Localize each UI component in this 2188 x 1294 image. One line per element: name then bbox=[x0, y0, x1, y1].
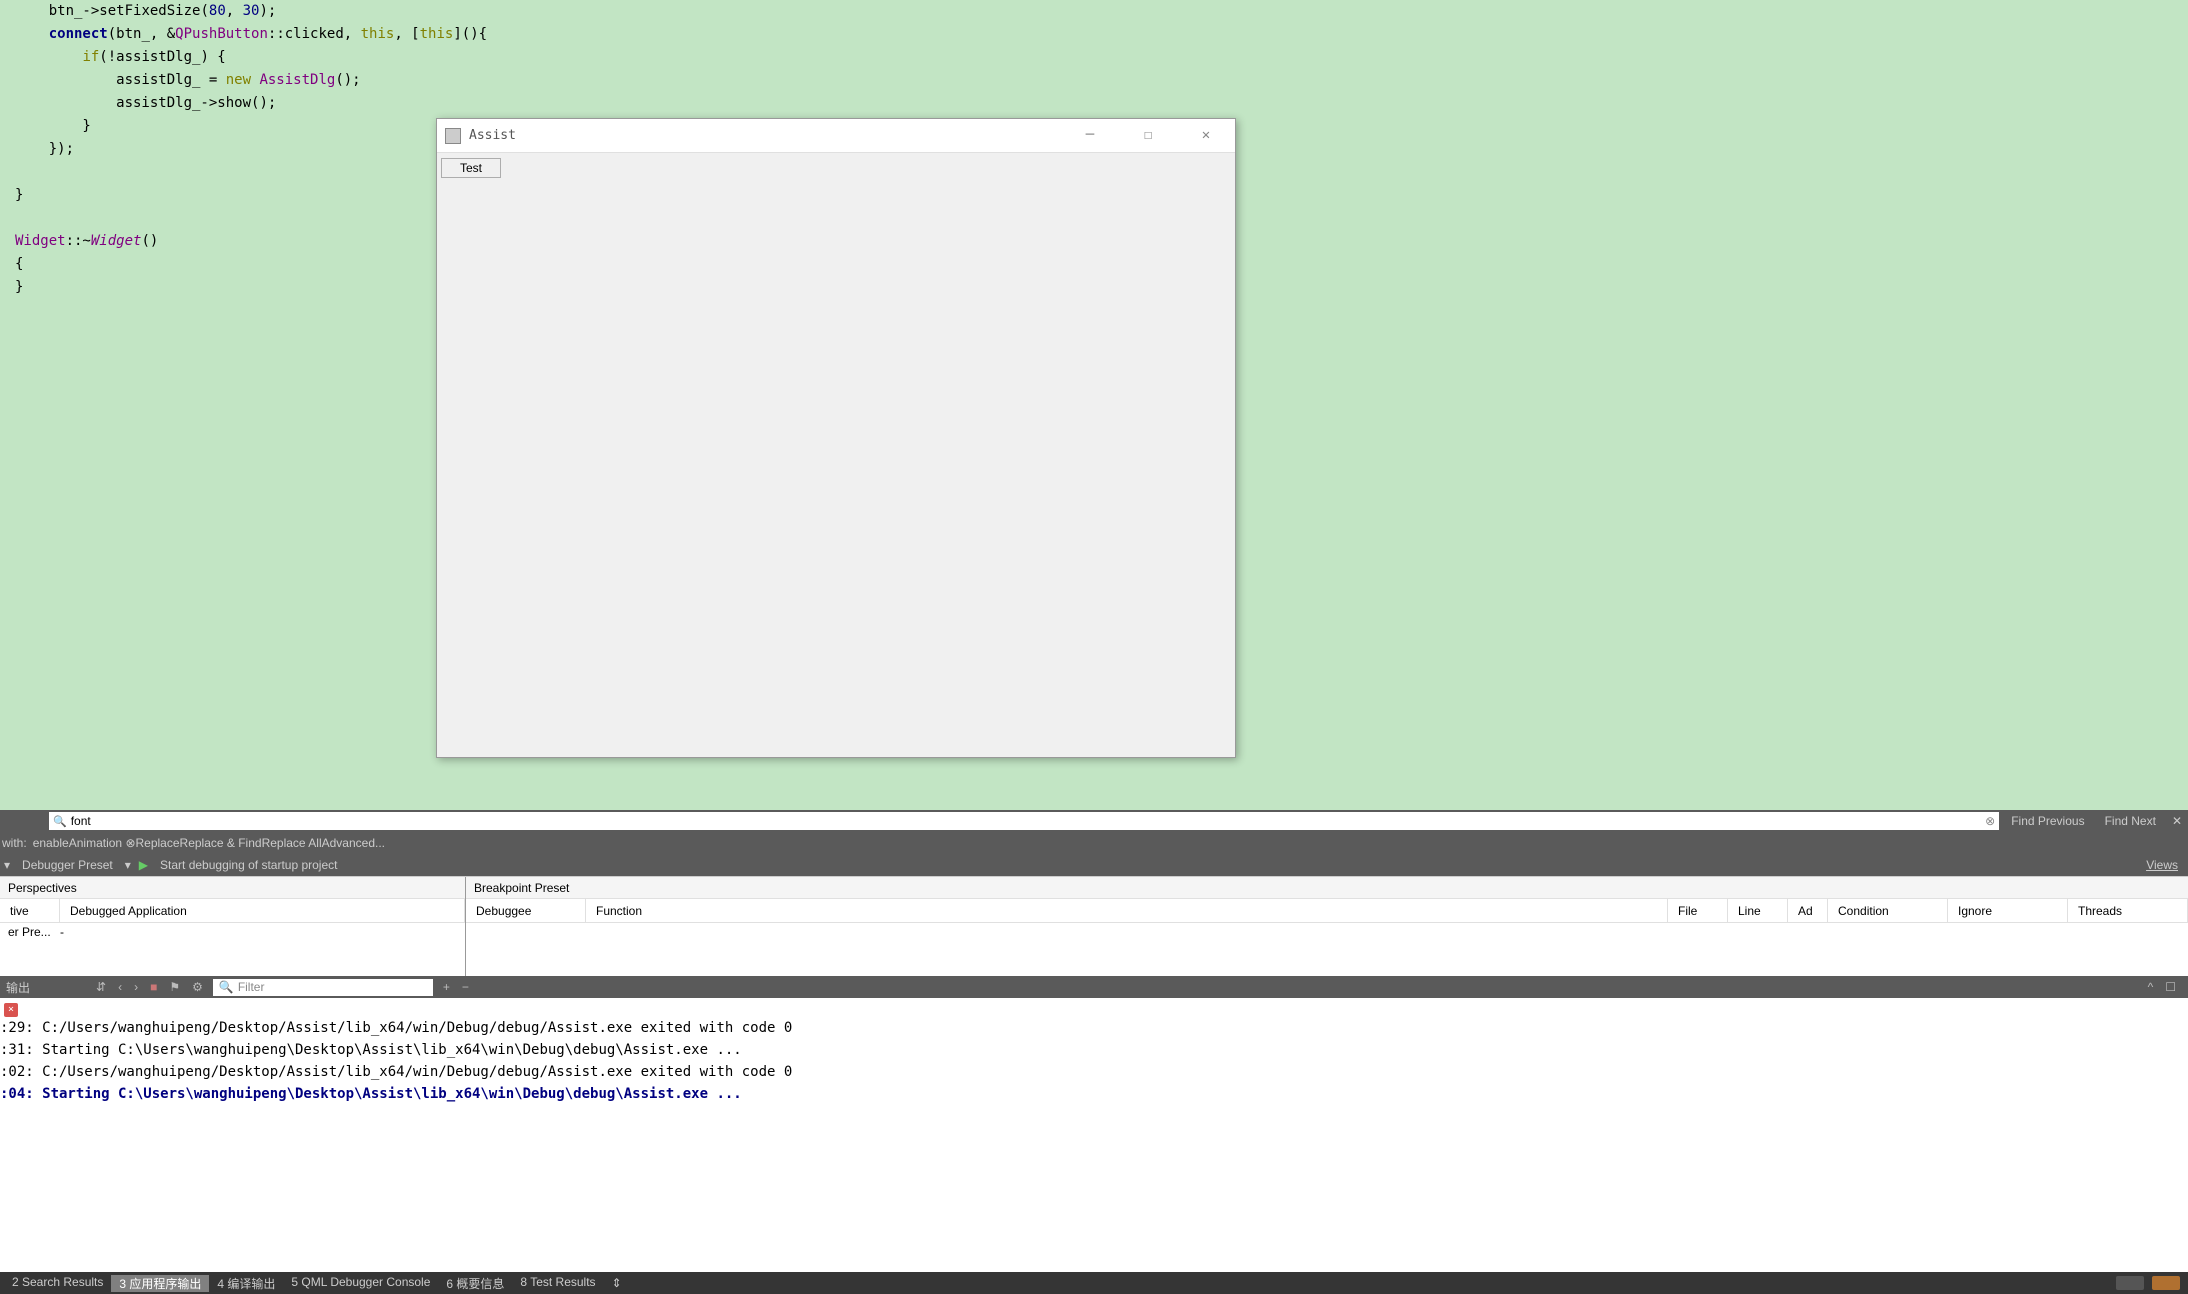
cell: - bbox=[60, 925, 64, 939]
views-menu[interactable]: Views bbox=[2136, 858, 2188, 872]
col-threads[interactable]: Threads bbox=[2068, 899, 2188, 922]
output-label: 输出 bbox=[6, 979, 30, 996]
tool-icon[interactable]: ⚑ bbox=[163, 980, 186, 994]
filter-placeholder: Filter bbox=[238, 980, 265, 994]
breakpoint-columns: Debuggee Function File Line Ad Condition… bbox=[466, 899, 2188, 923]
updown-icon[interactable]: ⇕ bbox=[604, 1276, 630, 1290]
find-next-button[interactable]: Find Next bbox=[2095, 814, 2166, 828]
next-icon[interactable]: › bbox=[128, 980, 144, 994]
bottom-tab[interactable]: 2 Search Results bbox=[4, 1275, 111, 1292]
close-button[interactable]: ✕ bbox=[1177, 119, 1235, 153]
output-toolbar: 输出 ⇵ ‹ › ■ ⚑ ⚙ 🔍 Filter + − ^ ☐ bbox=[0, 976, 2188, 998]
clear-find-icon[interactable]: ⊗ bbox=[1985, 814, 1995, 828]
replace-with-label: with: bbox=[0, 836, 33, 850]
dropdown-icon[interactable]: ▾ bbox=[121, 858, 135, 872]
assist-window[interactable]: Assist ─ ☐ ✕ Test bbox=[436, 118, 1236, 758]
perspectives-panel: Perspectives tive Debugged Application e… bbox=[0, 877, 466, 976]
advanced-button[interactable]: Advanced... bbox=[322, 836, 385, 850]
breakpoint-header: Breakpoint Preset bbox=[466, 877, 2188, 899]
code-editor[interactable]: btn_->setFixedSize(80, 30); connect(btn_… bbox=[0, 0, 2188, 810]
dropdown-icon[interactable]: ▾ bbox=[0, 858, 14, 872]
col-condition[interactable]: Condition bbox=[1828, 899, 1948, 922]
perspectives-columns: tive Debugged Application bbox=[0, 899, 465, 923]
minimize-button[interactable]: ─ bbox=[1061, 119, 1119, 153]
find-previous-button[interactable]: Find Previous bbox=[2001, 814, 2094, 828]
col-file[interactable]: File bbox=[1668, 899, 1728, 922]
col-ignore[interactable]: Ignore bbox=[1948, 899, 2068, 922]
output-line: :04: Starting C:\Users\wanghuipeng\Deskt… bbox=[0, 1083, 2188, 1105]
debug-toolbar: ▾ Debugger Preset ▾ ▶ Start debugging of… bbox=[0, 854, 2188, 876]
remove-icon[interactable]: − bbox=[456, 980, 475, 994]
table-row[interactable]: er Pre... - bbox=[0, 923, 465, 941]
debugger-preset[interactable]: Debugger Preset bbox=[14, 858, 121, 872]
bottom-tabbar: 2 Search Results3 应用程序输出4 编译输出5 QML Debu… bbox=[0, 1272, 2188, 1294]
replace-input[interactable]: enableAnimation bbox=[33, 836, 122, 850]
close-output-icon[interactable]: ☐ bbox=[2159, 980, 2182, 994]
output-line: :29: C:/Users/wanghuipeng/Desktop/Assist… bbox=[0, 1017, 2188, 1039]
col-debugged-app[interactable]: Debugged Application bbox=[60, 899, 465, 922]
col-tive[interactable]: tive bbox=[0, 899, 60, 922]
perspectives-header: Perspectives bbox=[0, 877, 465, 899]
find-bar: 🔍 font ⊗ Find Previous Find Next ✕ bbox=[0, 810, 2188, 832]
prev-icon[interactable]: ‹ bbox=[112, 980, 128, 994]
gear-icon[interactable]: ⚙ bbox=[186, 980, 209, 994]
output-line: :31: Starting C:\Users\wanghuipeng\Deskt… bbox=[0, 1039, 2188, 1061]
expand-icon[interactable]: ^ bbox=[2142, 980, 2160, 994]
app-icon bbox=[445, 128, 461, 144]
col-debuggee[interactable]: Debuggee bbox=[466, 899, 586, 922]
tool-icon[interactable]: ⇵ bbox=[90, 980, 112, 994]
output-console[interactable]: × :29: C:/Users/wanghuipeng/Desktop/Assi… bbox=[0, 998, 2188, 1228]
replace-button[interactable]: Replace bbox=[136, 836, 180, 850]
close-findbar-icon[interactable]: ✕ bbox=[2166, 814, 2188, 828]
col-ad[interactable]: Ad bbox=[1788, 899, 1828, 922]
maximize-button[interactable]: ☐ bbox=[1119, 119, 1177, 153]
find-input-wrapper: 🔍 font ⊗ bbox=[49, 812, 1999, 830]
replace-all-button[interactable]: Replace All bbox=[262, 836, 322, 850]
error-indicator[interactable]: × bbox=[0, 1000, 2188, 1017]
find-input[interactable]: font bbox=[71, 814, 1985, 828]
replace-and-find-button[interactable]: Replace & Find bbox=[180, 836, 262, 850]
col-function[interactable]: Function bbox=[586, 899, 1668, 922]
filter-input[interactable]: 🔍 Filter bbox=[213, 979, 433, 996]
window-controls: ─ ☐ ✕ bbox=[1061, 119, 1235, 153]
bottom-tab[interactable]: 3 应用程序输出 bbox=[111, 1275, 209, 1292]
assist-titlebar[interactable]: Assist ─ ☐ ✕ bbox=[437, 119, 1235, 153]
indicator-icon[interactable] bbox=[2116, 1276, 2144, 1290]
search-icon: 🔍 bbox=[219, 980, 234, 994]
cell: er Pre... bbox=[8, 925, 60, 939]
bottom-tab[interactable]: 4 编译输出 bbox=[209, 1275, 283, 1292]
stop-icon[interactable]: ■ bbox=[144, 980, 163, 994]
replace-bar: with: enableAnimation ⊗ Replace Replace … bbox=[0, 832, 2188, 854]
indicator-icon[interactable] bbox=[2152, 1276, 2180, 1290]
add-icon[interactable]: + bbox=[437, 980, 456, 994]
bottom-tab[interactable]: 8 Test Results bbox=[512, 1275, 603, 1292]
error-icon: × bbox=[4, 1003, 18, 1017]
assist-title: Assist bbox=[469, 124, 1061, 147]
search-icon: 🔍 bbox=[53, 815, 67, 828]
test-button[interactable]: Test bbox=[441, 158, 501, 178]
start-debugging[interactable]: Start debugging of startup project bbox=[152, 858, 345, 872]
bottom-tab[interactable]: 6 概要信息 bbox=[438, 1275, 512, 1292]
assist-body: Test bbox=[437, 153, 1235, 184]
output-line: :02: C:/Users/wanghuipeng/Desktop/Assist… bbox=[0, 1061, 2188, 1083]
clear-replace-icon[interactable]: ⊗ bbox=[125, 836, 135, 850]
replace-input-wrapper: enableAnimation ⊗ bbox=[33, 836, 136, 850]
debug-panels: Perspectives tive Debugged Application e… bbox=[0, 876, 2188, 976]
col-line[interactable]: Line bbox=[1728, 899, 1788, 922]
breakpoint-panel: Breakpoint Preset Debuggee Function File… bbox=[466, 877, 2188, 976]
play-icon[interactable]: ▶ bbox=[135, 858, 152, 872]
bottom-tab[interactable]: 5 QML Debugger Console bbox=[283, 1275, 438, 1292]
